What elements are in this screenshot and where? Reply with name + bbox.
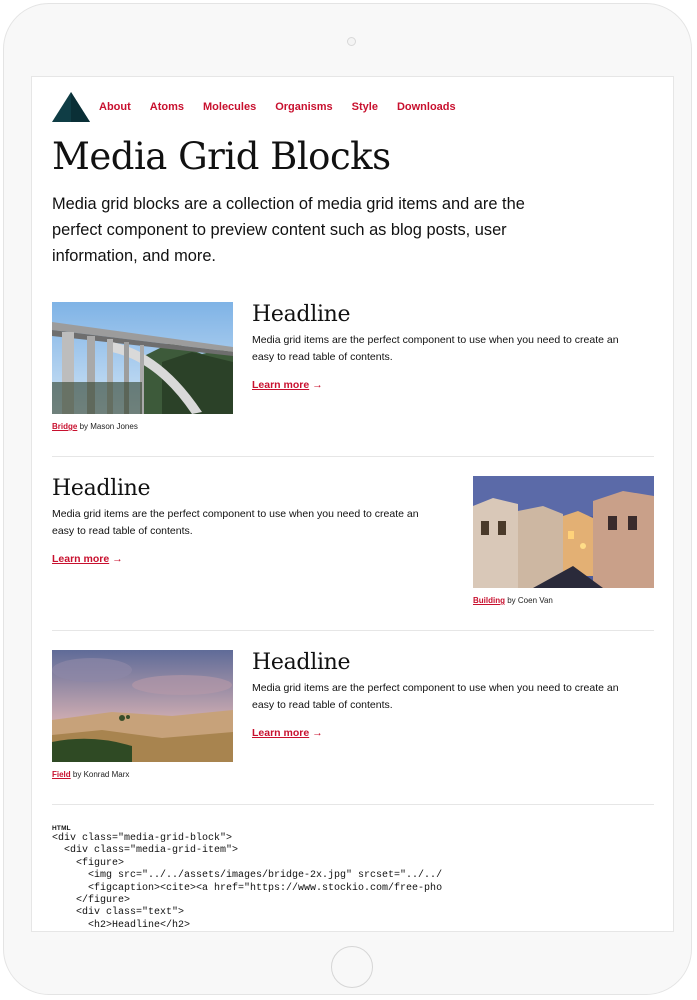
- divider: [52, 630, 654, 631]
- code-block: <div class="media-grid-block"> <div clas…: [52, 833, 443, 931]
- learn-more-link[interactable]: Learn more →: [252, 727, 323, 739]
- item-body: Media grid items are the perfect compone…: [252, 682, 619, 711]
- nav-molecules[interactable]: Molecules: [203, 101, 256, 113]
- item-body: Media grid items are the perfect compone…: [52, 508, 419, 537]
- item-headline: Headline: [52, 476, 151, 501]
- arrow-right-icon: →: [312, 379, 323, 391]
- arrow-right-icon: →: [312, 727, 323, 739]
- street-night-photo: [473, 476, 654, 588]
- page-intro: Media grid blocks are a collection of me…: [52, 195, 525, 265]
- page-title: Media Grid Blocks: [52, 135, 391, 178]
- divider: [52, 456, 654, 457]
- caption-link-building[interactable]: Building: [473, 596, 505, 605]
- nav-atoms[interactable]: Atoms: [150, 101, 184, 113]
- screen: About Atoms Molecules Organisms Style Do…: [31, 76, 674, 932]
- caption-link-field[interactable]: Field: [52, 770, 71, 779]
- item-headline: Headline: [252, 302, 351, 327]
- media-text: Headline Media grid items are the perfec…: [52, 476, 442, 567]
- media-text: Headline Media grid items are the perfec…: [252, 302, 642, 393]
- main-nav: About Atoms Molecules Organisms Style Do…: [52, 91, 475, 123]
- item-headline: Headline: [252, 650, 351, 675]
- code-label: HTML: [52, 825, 71, 832]
- divider: [52, 804, 654, 805]
- media-figure: Field by Konrad Marx: [52, 650, 233, 779]
- media-grid-item: Field by Konrad Marx Headline Media grid…: [52, 650, 654, 790]
- media-grid-item: Bridge by Mason Jones Headline Media gri…: [52, 302, 654, 442]
- media-figure: Building by Coen Van: [473, 476, 654, 605]
- media-text: Headline Media grid items are the perfec…: [252, 650, 642, 741]
- logo-triangle-icon[interactable]: [52, 92, 90, 122]
- field-landscape-photo: [52, 650, 233, 762]
- learn-more-link[interactable]: Learn more →: [52, 553, 123, 565]
- image-caption: Field by Konrad Marx: [52, 770, 130, 779]
- bridge-photo: [52, 302, 233, 414]
- learn-more-link[interactable]: Learn more →: [252, 379, 323, 391]
- camera-icon: [347, 37, 356, 46]
- media-grid-item: Headline Media grid items are the perfec…: [52, 476, 654, 616]
- nav-about[interactable]: About: [99, 101, 131, 113]
- nav-organisms[interactable]: Organisms: [275, 101, 332, 113]
- home-button[interactable]: [331, 946, 373, 988]
- nav-style[interactable]: Style: [352, 101, 378, 113]
- image-caption: Bridge by Mason Jones: [52, 422, 138, 431]
- caption-link-bridge[interactable]: Bridge: [52, 422, 77, 431]
- item-body: Media grid items are the perfect compone…: [252, 334, 619, 363]
- nav-downloads[interactable]: Downloads: [397, 101, 456, 113]
- image-caption: Building by Coen Van: [473, 596, 553, 605]
- media-figure: Bridge by Mason Jones: [52, 302, 233, 431]
- tablet-frame: About Atoms Molecules Organisms Style Do…: [3, 3, 692, 995]
- arrow-right-icon: →: [112, 553, 123, 565]
